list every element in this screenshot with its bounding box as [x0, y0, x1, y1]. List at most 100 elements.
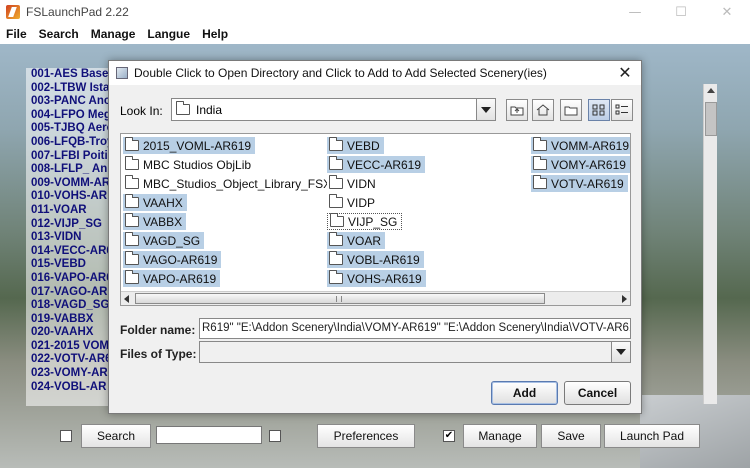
file-item[interactable]: VOAR	[327, 232, 386, 249]
look-in-dropdown-button[interactable]	[476, 99, 495, 120]
folder-icon	[533, 156, 547, 170]
list-item[interactable]: 023-VOMY-AR	[26, 367, 116, 381]
menu-file[interactable]: File	[6, 27, 27, 41]
list-item[interactable]: 021-2015 VOM	[26, 340, 116, 354]
file-item[interactable]: VOMY-AR619	[531, 156, 630, 173]
look-in-combo[interactable]: India	[171, 98, 496, 121]
list-item[interactable]: 020-VAAHX	[26, 326, 116, 340]
search-input[interactable]	[156, 426, 262, 444]
file-list-hscrollbar[interactable]	[121, 291, 630, 305]
folder-icon	[125, 156, 139, 170]
folder-name-input[interactable]: R619" "E:\Addon Scenery\India\VOMY-AR619…	[199, 318, 631, 339]
files-of-type-combo[interactable]	[199, 341, 631, 363]
scenery-list[interactable]: 001-AES Base 002-LTBW Ista 003-PANC Anc 004…	[26, 68, 116, 406]
file-list[interactable]: 2015_VOML-AR619 MBC Studios ObjLib MBC_Stu…	[120, 133, 631, 306]
menu-help[interactable]: Help	[202, 27, 228, 41]
file-item-label: VAGO-AR619	[143, 252, 218, 267]
list-view-button[interactable]	[588, 99, 610, 121]
file-item[interactable]: VAGO-AR619	[123, 251, 222, 268]
scenery-list-scrollbar[interactable]	[703, 84, 717, 404]
file-item-label: VAGD_SG	[143, 233, 201, 248]
folder-icon	[329, 251, 343, 265]
menu-manage[interactable]: Manage	[91, 27, 136, 41]
list-item[interactable]: 019-VABBX	[26, 313, 116, 327]
list-item[interactable]: 007-LFBI Poitie	[26, 150, 116, 164]
list-item[interactable]: 014-VECC-AR6	[26, 245, 116, 259]
file-item[interactable]: VOMM-AR619	[531, 137, 630, 154]
home-button[interactable]	[532, 99, 554, 121]
list-item[interactable]: 003-PANC Anc	[26, 95, 116, 109]
cancel-button[interactable]: Cancel	[564, 381, 631, 405]
file-item[interactable]: VOTV-AR619	[531, 175, 628, 192]
dialog-close-button[interactable]: ✕	[615, 63, 635, 83]
scroll-left-icon[interactable]	[124, 295, 129, 303]
up-one-level-button[interactable]	[506, 99, 528, 121]
list-item[interactable]: 017-VAGO-AR6	[26, 286, 116, 300]
file-item[interactable]: VABBX	[123, 213, 187, 230]
file-item[interactable]: VEBD	[327, 137, 384, 154]
scrollbar-thumb[interactable]	[705, 102, 717, 136]
list-item[interactable]: 013-VIDN	[26, 231, 116, 245]
files-of-type-dropdown-button[interactable]	[611, 342, 630, 362]
list-item[interactable]: 009-VOMM-AR	[26, 177, 116, 191]
list-item[interactable]: 006-LFQB-Troy	[26, 136, 116, 150]
files-of-type-label: Files of Type:	[120, 347, 197, 361]
manage-checkbox[interactable]: ✔	[443, 430, 455, 442]
list-item[interactable]: 012-VIJP_SG	[26, 218, 116, 232]
file-item[interactable]: MBC Studios ObjLib	[123, 156, 256, 173]
manage-button[interactable]: Manage	[463, 424, 537, 448]
minimize-button[interactable]: —	[612, 0, 658, 24]
file-item[interactable]: VIDN	[327, 175, 380, 192]
menu-langue[interactable]: Langue	[147, 27, 190, 41]
file-item[interactable]: VIJP_SG	[327, 213, 403, 230]
scroll-right-icon[interactable]	[622, 295, 627, 303]
list-item[interactable]: 001-AES Base	[26, 68, 116, 82]
file-item[interactable]: VAGD_SG	[123, 232, 205, 249]
preferences-checkbox[interactable]	[269, 430, 281, 442]
list-item[interactable]: 010-VOHS-AR	[26, 190, 116, 204]
list-item[interactable]: 018-VAGD_SG	[26, 299, 116, 313]
close-button[interactable]: ✕	[704, 0, 750, 24]
file-item[interactable]: VIDP	[327, 194, 380, 211]
list-item[interactable]: 011-VOAR	[26, 204, 116, 218]
file-item-label: VECC-AR619	[347, 157, 422, 172]
file-item-label: VIDN	[347, 176, 376, 191]
add-button[interactable]: Add	[491, 381, 558, 405]
details-view-button[interactable]	[611, 99, 633, 121]
folder-icon	[329, 137, 343, 151]
file-item[interactable]: VAAHX	[123, 194, 187, 211]
list-item[interactable]: 022-VOTV-AR6	[26, 353, 116, 367]
save-button[interactable]: Save	[541, 424, 601, 448]
new-folder-button[interactable]	[560, 99, 582, 121]
dialog-titlebar: Double Click to Open Directory and Click…	[109, 61, 641, 85]
folder-icon	[125, 270, 139, 284]
folder-icon	[125, 232, 139, 246]
folder-icon	[533, 137, 547, 151]
list-item[interactable]: 016-VAPO-AR6	[26, 272, 116, 286]
list-item[interactable]: 004-LFPO Meg	[26, 109, 116, 123]
scroll-up-icon[interactable]	[707, 88, 715, 93]
file-item[interactable]: VECC-AR619	[327, 156, 426, 173]
file-item[interactable]: 2015_VOML-AR619	[123, 137, 256, 154]
file-item[interactable]: VAPO-AR619	[123, 270, 221, 287]
hscrollbar-thumb[interactable]	[135, 293, 545, 304]
search-checkbox[interactable]	[60, 430, 72, 442]
list-item[interactable]: 024-VOBL-AR	[26, 381, 116, 395]
list-item[interactable]: 005-TJBQ Aero	[26, 122, 116, 136]
list-item[interactable]: 015-VEBD	[26, 258, 116, 272]
file-item[interactable]: VOHS-AR619	[327, 270, 426, 287]
file-item[interactable]: MBC_Studios_Object_Library_FSX	[123, 175, 336, 192]
preferences-button[interactable]: Preferences	[317, 424, 415, 448]
search-button[interactable]: Search	[81, 424, 151, 448]
look-in-value: India	[196, 102, 223, 117]
file-item-label: VOMM-AR619	[551, 138, 630, 153]
maximize-button[interactable]: ☐	[658, 0, 704, 24]
folder-icon	[533, 175, 547, 189]
file-item[interactable]: VOBL-AR619	[327, 251, 424, 268]
list-item[interactable]: 008-LFLP_ Ann	[26, 163, 116, 177]
launch-pad-button[interactable]: Launch Pad	[604, 424, 700, 448]
folder-up-icon	[510, 106, 524, 116]
list-item[interactable]: 002-LTBW Ista	[26, 82, 116, 96]
folder-icon	[329, 270, 343, 284]
menu-search[interactable]: Search	[39, 27, 79, 41]
